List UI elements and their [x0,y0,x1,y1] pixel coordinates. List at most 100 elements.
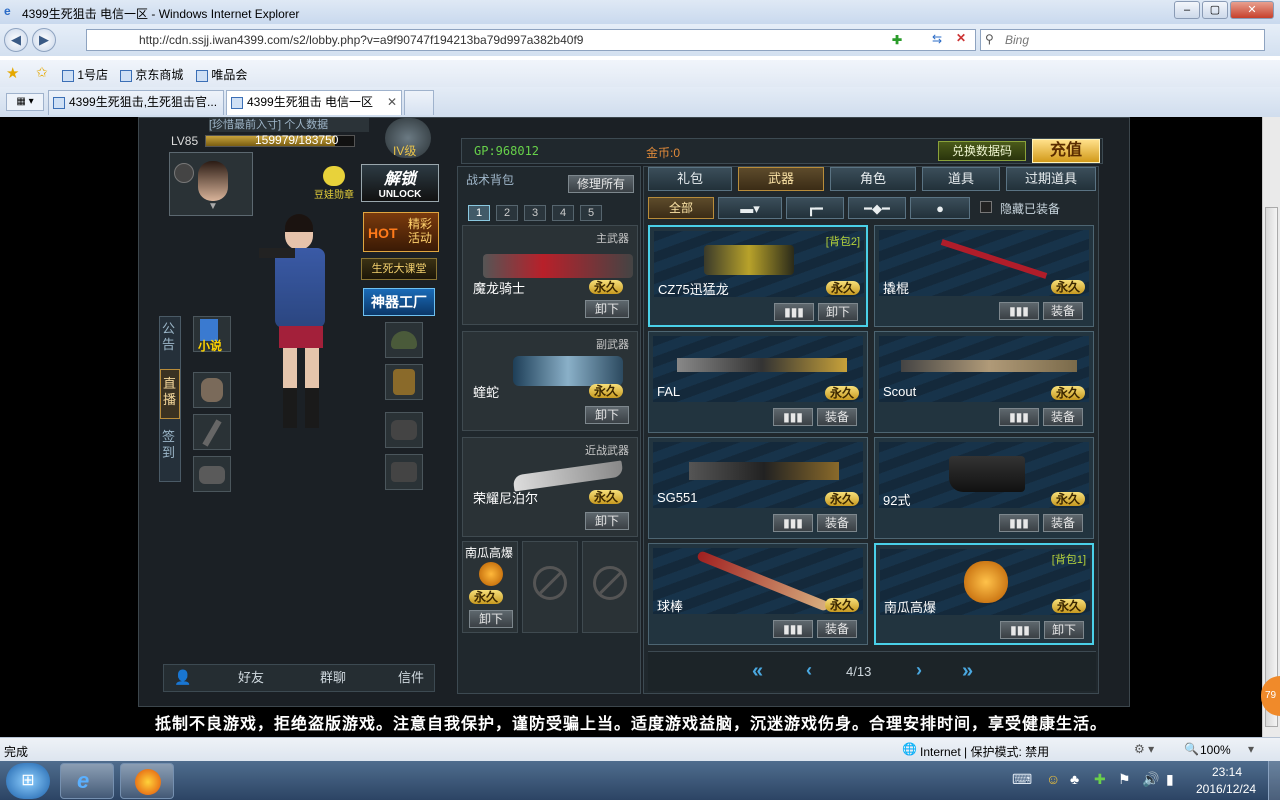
equip-button[interactable]: 装备 [1043,302,1083,320]
page-2-button[interactable]: 2 [496,205,518,221]
unequip-button[interactable]: 卸下 [585,512,629,530]
prev-page-icon[interactable]: ‹ [806,660,812,681]
favorites-star-icon[interactable]: ★ [6,64,19,82]
back-icon[interactable]: ◀ [4,28,28,52]
stats-button[interactable]: ▮▮▮ [773,620,813,638]
weapon-card[interactable]: 球棒 永久 ▮▮▮ 装备 [648,543,868,645]
filter-melee[interactable]: ━◆━ [848,197,906,219]
page-1-button[interactable]: 1 [468,205,490,221]
firefox-taskbar-button[interactable] [120,763,174,799]
page-5-button[interactable]: 5 [580,205,602,221]
doll-badge[interactable]: 豆娃勋章 [311,166,357,201]
unequip-button[interactable]: 卸下 [585,300,629,318]
add-friend-icon[interactable]: 👤 [174,669,191,686]
security-icon[interactable]: ⚙ ▾ [1134,742,1154,756]
add-favorite-icon[interactable]: ✩ [36,64,48,81]
quick-tabs-icon[interactable]: ▦ ▾ [6,93,44,111]
equip-button[interactable]: 装备 [817,620,857,638]
unequip-button[interactable]: 卸下 [585,406,629,424]
stop-icon[interactable]: ✕ [956,31,966,45]
hide-equipped-checkbox[interactable] [980,201,992,213]
unequip-button[interactable]: 卸下 [1044,621,1084,639]
boots-slot[interactable] [385,454,423,490]
tab-weapons[interactable]: 武器 [738,167,824,191]
filter-rifle[interactable]: ▬▾ [718,197,782,219]
equip-button[interactable]: 装备 [817,514,857,532]
primary-weapon-slot[interactable]: 主武器 魔龙骑士 永久 卸下 [462,225,638,325]
weapon-card[interactable]: Scout 永久 ▮▮▮ 装备 [874,331,1094,433]
tray-app-icon[interactable]: ☺ [1046,771,1060,787]
secondary-weapon-slot[interactable]: 副武器 蝰蛇 永久 卸下 [462,331,638,431]
bear-item-slot[interactable] [193,372,231,408]
keyboard-icon[interactable]: ⌨ [1012,771,1032,788]
tab-gift-pack[interactable]: 礼包 [648,167,732,191]
maximize-button[interactable]: ▢ [1202,1,1228,19]
stats-button[interactable]: ▮▮▮ [999,408,1039,426]
search-icon[interactable]: ⚲ [985,32,994,46]
zoom-dropdown-icon[interactable]: ▾ [1248,742,1254,756]
stats-button[interactable]: ▮▮▮ [773,408,813,426]
unequip-button[interactable]: 卸下 [469,610,513,628]
stats-button[interactable]: ▮▮▮ [1000,621,1040,639]
close-window-button[interactable]: ✕ [1230,1,1274,19]
knife-item-slot[interactable] [193,414,231,450]
stats-button[interactable]: ▮▮▮ [773,514,813,532]
equip-button[interactable]: 装备 [1043,514,1083,532]
favorite-link-1[interactable]: 1号店 [62,66,108,83]
last-page-icon[interactable]: » [962,660,973,683]
qq-icon[interactable]: ♣ [1070,771,1079,787]
weapon-card[interactable]: [背包2] CZ75迅猛龙 永久 ▮▮▮ 卸下 [648,225,868,327]
friends-button[interactable]: 好友 [206,668,282,688]
gloves-slot[interactable] [385,412,423,448]
equip-button[interactable]: 装备 [1043,408,1083,426]
tab-signin[interactable]: 签到 [162,429,178,461]
close-tab-icon[interactable]: ✕ [387,91,397,114]
repair-all-button[interactable]: 修理所有 [568,175,634,193]
compat-icon[interactable]: ✚ [892,33,902,47]
page-3-button[interactable]: 3 [524,205,546,221]
first-page-icon[interactable]: « [752,660,763,683]
next-page-icon[interactable]: › [916,660,922,681]
mail-button[interactable]: 信件 [366,668,432,688]
address-bar[interactable]: http://cdn.ssjj.iwan4399.com/s2/lobby.ph… [86,29,976,51]
tab-1[interactable]: 4399生死狙击,生死狙击官... [48,90,224,115]
grenade-slot[interactable]: 南瓜高爆 永久 卸下 [462,541,518,633]
scrollbar-thumb[interactable] [1265,207,1278,727]
filter-grenade[interactable]: ● [910,197,970,219]
vertical-scrollbar[interactable] [1262,117,1280,737]
novel-button[interactable]: 小说 [193,316,231,353]
weapon-card[interactable]: 92式 永久 ▮▮▮ 装备 [874,437,1094,539]
filter-pistol[interactable]: ┏━ [786,197,844,219]
show-desktop-button[interactable] [1268,761,1280,800]
avatar[interactable]: ▼ [169,152,253,216]
stats-button[interactable]: ▮▮▮ [999,514,1039,532]
forward-icon[interactable]: ▶ [32,28,56,52]
weapon-card[interactable]: [背包1] 南瓜高爆 永久 ▮▮▮ 卸下 [874,543,1094,645]
favorite-link-3[interactable]: 唯品会 [196,66,247,83]
weapon-card[interactable]: FAL 永久 ▮▮▮ 装备 [648,331,868,433]
hot-event-button[interactable]: HOT 精彩活动 [363,212,439,252]
cart-item-slot[interactable] [193,456,231,492]
start-button[interactable]: ⊞ [6,763,50,799]
factory-button[interactable]: 神器工厂 [363,288,435,316]
equip-button[interactable]: 装备 [817,408,857,426]
filter-all[interactable]: 全部 [648,197,714,219]
vest-slot[interactable] [385,364,423,400]
weapon-card[interactable]: 撬棍 永久 ▮▮▮ 装备 [874,225,1094,327]
tab-notice[interactable]: 公告 [162,321,178,353]
tab-expired[interactable]: 过期道具 [1006,167,1096,191]
recharge-button[interactable]: 充值 [1032,139,1100,163]
volume-icon[interactable]: 🔊 [1142,771,1159,788]
chevron-down-icon[interactable]: ▼ [208,201,218,212]
tab-characters[interactable]: 角色 [830,167,916,191]
unlock-button[interactable]: 解锁 UNLOCK [361,164,439,202]
security-guard-icon[interactable]: ✚ [1094,771,1106,788]
network-icon[interactable]: ▮ [1166,771,1174,788]
stats-button[interactable]: ▮▮▮ [774,303,814,321]
zoom-icon[interactable]: 🔍 [1184,742,1199,756]
weapon-card[interactable]: SG551 永久 ▮▮▮ 装备 [648,437,868,539]
tab-live[interactable]: 直播 [160,369,180,419]
favorite-link-2[interactable]: 京东商城 [120,66,183,83]
search-input[interactable]: Bing [980,29,1265,51]
unequip-button[interactable]: 卸下 [818,303,858,321]
